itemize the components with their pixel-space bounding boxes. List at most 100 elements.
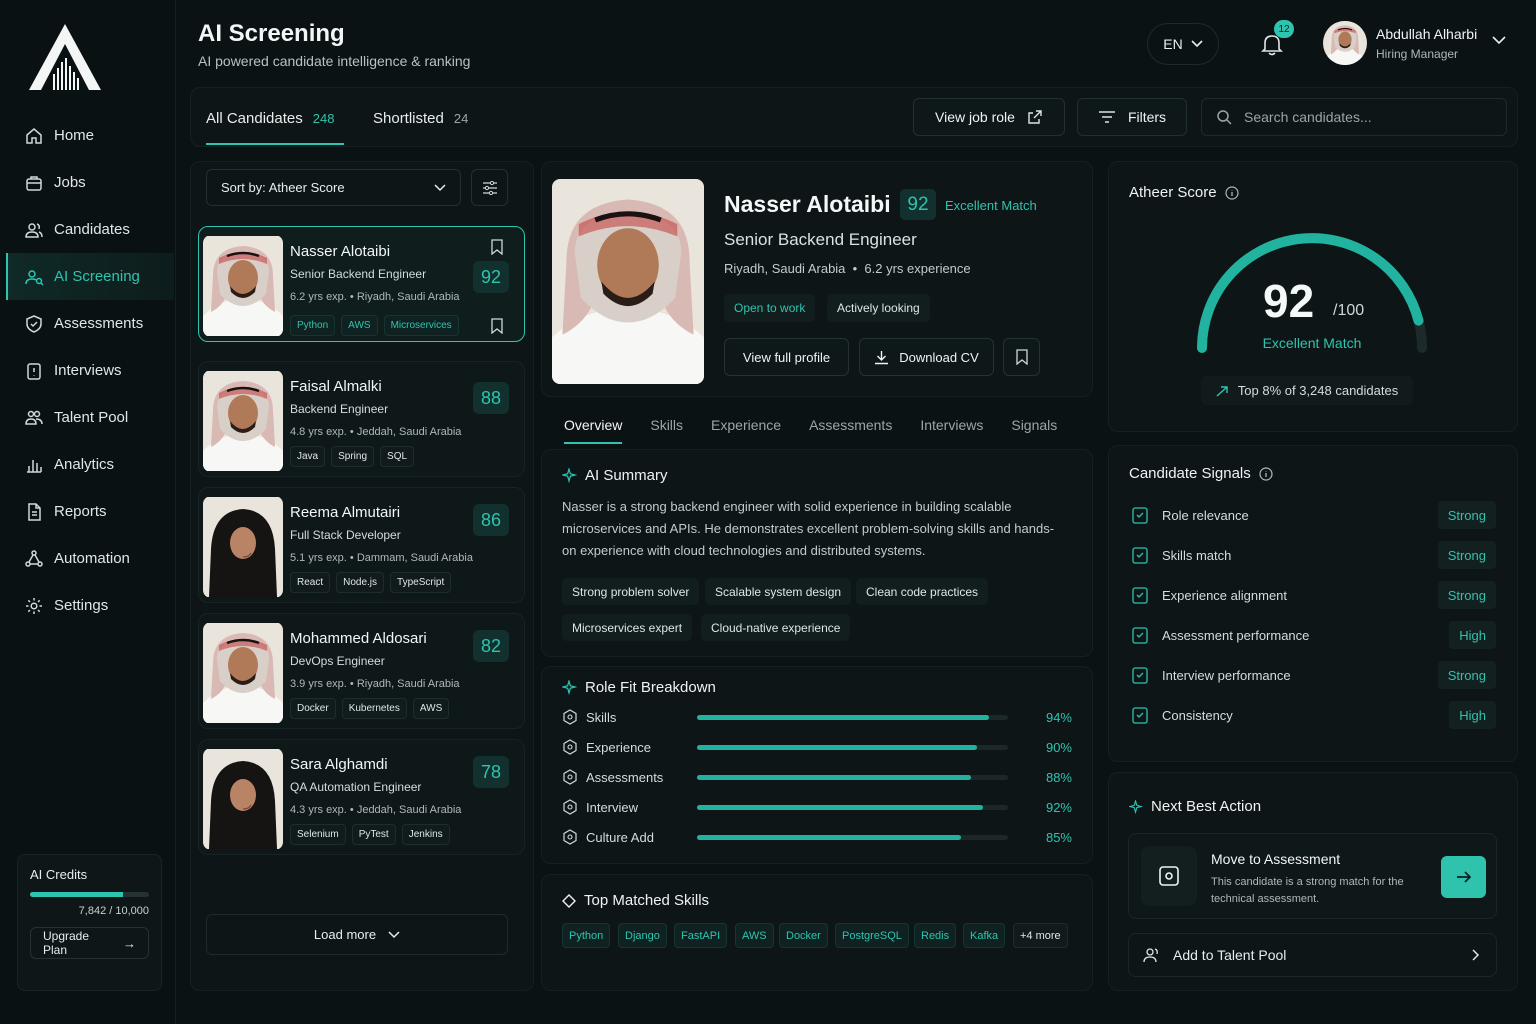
candidate-score: 88 xyxy=(473,382,509,414)
nav-item-analytics[interactable]: Analytics xyxy=(6,441,174,488)
signal-value: Strong xyxy=(1437,581,1496,609)
signal-icon xyxy=(1132,547,1148,564)
info-icon[interactable] xyxy=(1224,185,1239,200)
tab-overview[interactable]: Overview xyxy=(564,417,622,433)
view-job-role-label: View job role xyxy=(935,109,1015,125)
add-to-talent-pool-button[interactable]: Add to Talent Pool xyxy=(1128,933,1497,977)
skill-chip: FastAPI xyxy=(674,923,728,948)
signal-value: High xyxy=(1449,701,1496,729)
nav-item-talent-pool[interactable]: Talent Pool xyxy=(6,394,174,441)
fit-bar-fill xyxy=(697,714,990,720)
user-avatar[interactable] xyxy=(1323,21,1367,65)
bookmark-icon[interactable] xyxy=(491,318,503,334)
info-icon[interactable] xyxy=(1259,466,1273,481)
nav-item-interviews[interactable]: Interviews xyxy=(6,347,174,394)
download-cv-button[interactable]: Download CV xyxy=(859,338,994,376)
page-subtitle: AI powered candidate intelligence & rank… xyxy=(198,53,471,69)
tab-interviews[interactable]: Interviews xyxy=(920,417,983,433)
users-group-icon xyxy=(25,410,43,425)
search-input[interactable]: Search candidates... xyxy=(1201,98,1507,136)
fit-label-text: Skills xyxy=(586,709,617,725)
tab-experience[interactable]: Experience xyxy=(711,417,781,433)
language-selector[interactable]: EN xyxy=(1147,23,1219,65)
skill-tag: Kubernetes xyxy=(341,698,407,719)
trend-up-icon xyxy=(1216,385,1228,397)
nav-item-assessments[interactable]: Assessments xyxy=(6,300,174,347)
candidate-name: Faisal Almalki xyxy=(290,378,382,395)
notification-badge: 12 xyxy=(1274,20,1294,38)
tab-shortlisted[interactable]: Shortlisted 24 xyxy=(373,110,468,127)
sort-options-button[interactable] xyxy=(471,169,508,206)
chevron-down-icon[interactable] xyxy=(1492,36,1506,45)
nav-item-reports[interactable]: Reports xyxy=(6,488,174,535)
nav-label: Talent Pool xyxy=(54,409,129,426)
top-skills-header: Top Matched Skills xyxy=(562,892,709,909)
candidate-card[interactable]: Reema Almutairi Full Stack Developer 5.1… xyxy=(198,487,525,603)
nav-item-automation[interactable]: Automation xyxy=(6,535,174,582)
candidate-score: 78 xyxy=(473,756,509,788)
bookmark-icon[interactable] xyxy=(491,239,503,255)
avatar-image xyxy=(1323,21,1367,65)
bookmark-button[interactable] xyxy=(1003,338,1040,376)
candidate-meta: 6.2 yrs exp. • Riyadh, Saudi Arabia xyxy=(290,291,460,303)
experience: 6.2 yrs experience xyxy=(864,261,971,276)
filter-icon xyxy=(1098,111,1115,123)
credits-count: 7,842 / 10,000 xyxy=(78,905,149,917)
credits-progress xyxy=(30,892,149,897)
view-job-role-button[interactable]: View job role xyxy=(913,98,1065,136)
candidate-name: Nasser Alotaibi xyxy=(290,243,391,260)
more-skills-chip[interactable]: +4 more xyxy=(1013,923,1068,948)
fit-percent: 88% xyxy=(1045,769,1072,785)
sidebar: Home Jobs Candidates AI Screening Assess… xyxy=(0,0,176,1024)
view-full-profile-button[interactable]: View full profile xyxy=(724,338,849,376)
tab-all-candidates[interactable]: All Candidates 248 xyxy=(206,110,334,127)
atheer-logo[interactable] xyxy=(27,22,103,92)
tab-assessments[interactable]: Assessments xyxy=(809,417,892,433)
nav-label: Jobs xyxy=(54,174,86,191)
fit-icon xyxy=(563,739,577,755)
candidate-card[interactable]: Sara Alghamdi QA Automation Engineer 4.3… xyxy=(198,739,525,855)
ai-summary-title: AI Summary xyxy=(585,467,668,484)
nav-label: Home xyxy=(54,127,95,144)
fit-percent: 85% xyxy=(1045,829,1072,845)
load-more-label: Load more xyxy=(313,927,377,942)
rank-text: Top 8% of 3,248 candidates xyxy=(1237,383,1399,398)
fit-label-text: Interview xyxy=(586,799,639,815)
candidate-card[interactable]: Nasser Alotaibi Senior Backend Engineer … xyxy=(198,226,525,342)
fit-label: Culture Add xyxy=(562,829,697,845)
tab-signals[interactable]: Signals xyxy=(1011,417,1057,433)
signal-label: Assessment performance xyxy=(1162,627,1310,643)
candidate-card[interactable]: Mohammed Aldosari DevOps Engineer 3.9 yr… xyxy=(198,613,525,729)
atheer-score-max: /100 xyxy=(1333,302,1365,319)
move-to-assessment-card[interactable]: Move to Assessment This candidate is a s… xyxy=(1128,833,1497,919)
candidate-detail-name: Nasser Alotaibi xyxy=(724,191,891,217)
role-fit-row: Interview 92% xyxy=(562,797,1072,817)
fit-track xyxy=(697,774,1008,780)
fit-track xyxy=(697,834,1008,840)
nav-item-home[interactable]: Home xyxy=(6,112,174,159)
candidate-meta: 4.8 yrs exp. • Jeddah, Saudi Arabia xyxy=(290,426,462,438)
tab-skills[interactable]: Skills xyxy=(650,417,683,433)
upgrade-plan-button[interactable]: Upgrade Plan → xyxy=(30,927,149,959)
nav-item-settings[interactable]: Settings xyxy=(6,582,174,629)
page-title: AI Screening xyxy=(198,20,345,47)
summary-chip: Cloud-native experience xyxy=(701,614,851,641)
sort-select[interactable]: Sort by: Atheer Score xyxy=(206,169,461,206)
nav-item-jobs[interactable]: Jobs xyxy=(6,159,174,206)
nav-label: Interviews xyxy=(54,362,122,379)
chevron-down-icon xyxy=(388,930,400,938)
filters-button[interactable]: Filters xyxy=(1077,98,1187,136)
nav-label: AI Screening xyxy=(54,268,140,285)
move-to-assessment-button[interactable] xyxy=(1441,856,1486,898)
candidate-meta: 5.1 yrs exp. • Dammam, Saudi Arabia xyxy=(290,552,473,564)
tab-count: 248 xyxy=(312,111,335,126)
load-more-button[interactable]: Load more xyxy=(206,914,508,955)
candidate-role: Backend Engineer xyxy=(290,402,389,416)
sliders-icon xyxy=(482,180,497,195)
nav-item-candidates[interactable]: Candidates xyxy=(6,206,174,253)
nav-item-ai-screening[interactable]: AI Screening xyxy=(6,253,174,300)
candidate-card[interactable]: Faisal Almalki Backend Engineer 4.8 yrs … xyxy=(198,361,525,477)
candidate-detail-meta: Riyadh, Saudi Arabia • 6.2 yrs experienc… xyxy=(724,261,971,276)
signal-label: Interview performance xyxy=(1162,667,1291,683)
detail-tabs: Overview Skills Experience Assessments I… xyxy=(564,417,1057,433)
